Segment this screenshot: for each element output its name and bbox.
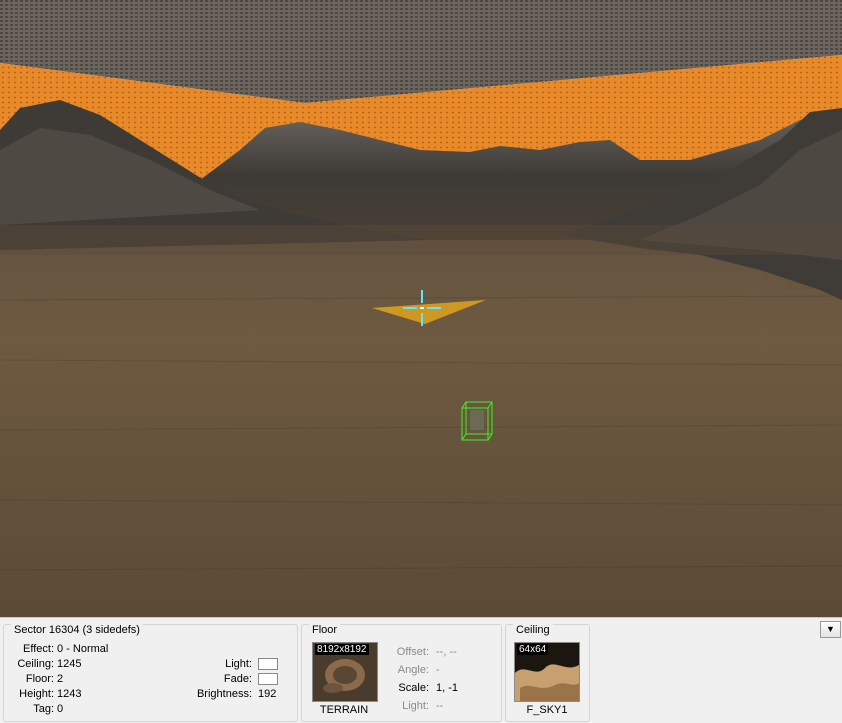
- floor-texture-size: 8192x8192: [315, 644, 369, 655]
- ceiling-texture-name: F_SKY1: [526, 704, 568, 716]
- height-label: Height:: [19, 688, 54, 700]
- height-value: 1243: [57, 688, 82, 700]
- effect-label: Effect:: [23, 643, 54, 655]
- ceiling-texture-size: 64x64: [517, 644, 549, 655]
- ceiling-height-label: Ceiling:: [17, 658, 54, 670]
- floor-height-label: Floor:: [25, 673, 54, 685]
- tag-value: 0: [57, 703, 64, 715]
- 3d-scene: [0, 0, 842, 617]
- floor-height-value: 2: [57, 673, 64, 685]
- tag-label: Tag:: [33, 703, 54, 715]
- thing-marker: [461, 401, 493, 441]
- floor-scale-label: Scale:: [398, 682, 429, 694]
- fade-color-swatch: [258, 673, 278, 685]
- floor-offset-label: Offset:: [396, 646, 429, 658]
- effect-value: 0 - Normal: [57, 643, 109, 655]
- brightness-value: 192: [258, 688, 277, 700]
- floor-light-label: Light:: [402, 700, 429, 712]
- sector-info-group: Sector 16304 (3 sidedefs) Effect: 0 - No…: [3, 624, 298, 722]
- floor-group: Floor 8192x8192 TERRAIN Offset: --, -- A…: [301, 624, 502, 722]
- ceiling-title: Ceiling: [513, 624, 553, 636]
- floor-angle-label: Angle:: [397, 664, 429, 676]
- fade-label: Fade:: [223, 673, 252, 685]
- light-color-swatch: [258, 658, 278, 670]
- sector-title: Sector 16304 (3 sidedefs): [11, 624, 143, 636]
- floor-light-value: --: [436, 700, 444, 712]
- light-label: Light:: [225, 658, 252, 670]
- floor-texture-thumbnail[interactable]: 8192x8192: [312, 642, 378, 702]
- floor-scale-value: 1, -1: [436, 682, 459, 694]
- 3d-viewport[interactable]: [0, 0, 842, 617]
- brightness-label: Brightness:: [196, 688, 252, 700]
- floor-texture-name: TERRAIN: [319, 704, 369, 716]
- ceiling-height-value: 1245: [57, 658, 82, 670]
- ceiling-texture-thumbnail[interactable]: 64x64: [514, 642, 580, 702]
- floor-offset-value: --, --: [436, 646, 457, 658]
- chevron-down-icon: ▼: [826, 624, 835, 634]
- collapse-panel-button[interactable]: ▼: [820, 621, 841, 638]
- floor-angle-value: -: [436, 664, 440, 676]
- info-panel: Sector 16304 (3 sidedefs) Effect: 0 - No…: [0, 617, 842, 723]
- floor-title: Floor: [309, 624, 341, 636]
- ceiling-group: Ceiling 64x64 F_SKY1: [505, 624, 590, 722]
